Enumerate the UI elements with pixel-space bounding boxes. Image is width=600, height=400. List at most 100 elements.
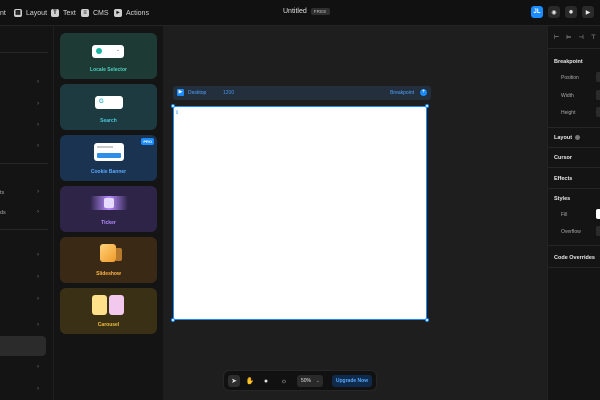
resize-handle-bottom-right[interactable] — [425, 318, 429, 322]
resize-handle-bottom-left[interactable] — [171, 318, 175, 322]
breakpoint-button[interactable]: Breakpoint — [390, 90, 414, 96]
component-card-slideshow[interactable]: Slideshow — [60, 237, 157, 283]
insert-label: nt — [0, 9, 6, 17]
chevron-right-icon[interactable]: › — [37, 209, 39, 215]
project-title[interactable]: Untitled FREE — [283, 8, 330, 15]
position-label: Position — [561, 75, 579, 81]
layout-section-title[interactable]: Layout — [554, 135, 581, 141]
upgrade-button[interactable]: Upgrade Now — [332, 375, 372, 387]
component-card-search[interactable]: G Search — [60, 84, 157, 130]
divider — [548, 267, 600, 268]
card-label: Cookie Banner — [90, 169, 127, 175]
ticker-preview — [90, 196, 128, 210]
chevron-right-icon[interactable]: › — [37, 79, 39, 85]
design-canvas[interactable]: ▶ Desktop 1200 Breakpoint + [] ➤ ✋ ● ☼ 5… — [163, 26, 547, 400]
chevron-right-icon[interactable]: › — [37, 386, 39, 392]
frame-name[interactable]: Desktop — [188, 90, 206, 96]
play-icon[interactable]: ▶ — [582, 6, 594, 18]
frame-header[interactable]: ▶ Desktop 1200 Breakpoint + — [173, 86, 431, 100]
frame-width: 1200 — [223, 90, 235, 96]
chevron-right-icon[interactable]: › — [37, 122, 39, 128]
text-label: Text — [63, 9, 76, 17]
hand-tool-icon[interactable]: ✋ — [244, 375, 256, 387]
effects-section-title[interactable]: Effects — [554, 176, 572, 182]
text-icon: T — [51, 9, 59, 17]
overflow-label: Overflow — [561, 229, 581, 235]
divider — [548, 245, 600, 246]
carousel-slide-1 — [92, 295, 107, 315]
overflow-select[interactable] — [596, 226, 600, 236]
select-tool-icon[interactable]: ➤ — [228, 375, 240, 387]
app-root: nt ▦ Layout T Text ≡ CMS ▸ Actions Untit… — [0, 0, 600, 400]
chevron-down-icon: ⌄ — [315, 378, 320, 384]
card-label: Search — [100, 118, 117, 124]
text-menu[interactable]: T Text — [51, 7, 76, 19]
comment-icon[interactable]: ● — [260, 375, 272, 387]
cms-menu[interactable]: ≡ CMS — [81, 7, 109, 19]
component-card-cookie-banner[interactable]: PRO Cookie Banner — [60, 135, 157, 181]
resize-handle-top-right[interactable] — [425, 104, 429, 108]
chevron-right-icon[interactable]: › — [37, 364, 39, 370]
accept-bar — [97, 153, 121, 158]
chevron-right-icon[interactable]: › — [37, 322, 39, 328]
actions-label: Actions — [126, 9, 149, 17]
sidebar-item-label[interactable]: ts — [0, 190, 4, 196]
chevron-right-icon[interactable]: › — [37, 189, 39, 195]
component-card-locale-selector[interactable]: ⌄ Locale Selector — [60, 33, 157, 79]
globe-icon[interactable]: ◉ — [548, 6, 560, 18]
chevron-right-icon[interactable]: › — [37, 274, 39, 280]
align-toolbar: ⊢ ⊨ ⊣ ⊤ — [554, 34, 596, 41]
cookie-banner-preview — [94, 143, 124, 161]
zoom-value: 50% — [301, 378, 312, 384]
width-field[interactable] — [596, 90, 600, 100]
align-right-icon[interactable]: ⊣ — [578, 34, 583, 41]
divider — [0, 229, 48, 230]
width-label: Width — [561, 93, 574, 99]
height-label: Height — [561, 110, 576, 116]
gear-icon[interactable]: ✹ — [565, 6, 577, 18]
component-card-carousel[interactable]: Carousel — [60, 288, 157, 334]
zoom-select[interactable]: 50% ⌄ — [297, 375, 323, 387]
component-card-ticker[interactable]: Ticker — [60, 186, 157, 232]
divider — [548, 188, 600, 189]
sidebar-item-active[interactable] — [0, 336, 46, 356]
play-icon[interactable]: ▶ — [177, 89, 184, 96]
avatar[interactable]: JL — [531, 6, 543, 18]
slideshow-next — [116, 248, 122, 261]
insert-panel: ⌄ Locale Selector G Search PRO Cookie Ba… — [54, 26, 163, 400]
bottom-toolbar: ➤ ✋ ● ☼ 50% ⌄ Upgrade Now — [223, 370, 377, 391]
layout-title-text: Layout — [554, 135, 573, 141]
chevron-right-icon[interactable]: › — [37, 143, 39, 149]
height-field[interactable] — [596, 107, 600, 117]
breakpoint-section-title: Breakpoint — [554, 59, 583, 65]
sidebar-item-label[interactable]: ds — [0, 210, 6, 216]
align-center-icon[interactable]: ⊨ — [566, 34, 571, 41]
position-field[interactable] — [596, 72, 600, 82]
properties-panel: ⊢ ⊨ ⊣ ⊤ Breakpoint Position Width Height… — [547, 26, 600, 400]
align-left-icon[interactable]: ⊢ — [554, 34, 559, 41]
ticker-tile — [104, 198, 114, 208]
actions-icon: ▸ — [114, 9, 122, 17]
code-overrides-section-title[interactable]: Code Overrides — [554, 255, 595, 261]
chevron-right-icon[interactable]: › — [37, 252, 39, 258]
layout-menu[interactable]: ▦ Layout — [14, 7, 47, 19]
add-breakpoint-icon[interactable]: + — [420, 89, 427, 96]
left-sidebar: › › › › ts › ds › › › › › › › — [0, 26, 54, 400]
cursor-section-title[interactable]: Cursor — [554, 155, 572, 161]
align-top-icon[interactable]: ⊤ — [591, 34, 596, 41]
chevron-right-icon[interactable]: › — [37, 101, 39, 107]
insert-menu[interactable]: nt — [0, 7, 6, 19]
sun-icon[interactable]: ☼ — [278, 375, 290, 387]
card-label: Ticker — [101, 220, 116, 226]
card-label: Slideshow — [96, 271, 121, 277]
fill-swatch[interactable] — [596, 209, 600, 219]
resize-handle-top-left[interactable] — [171, 104, 175, 108]
text-line — [97, 146, 113, 148]
divider — [0, 163, 48, 164]
search-icon: G — [99, 99, 104, 105]
chevron-right-icon[interactable]: › — [37, 296, 39, 302]
actions-menu[interactable]: ▸ Actions — [114, 7, 149, 19]
globe-icon — [96, 48, 102, 54]
card-label: Locale Selector — [90, 67, 127, 73]
desktop-frame[interactable]: [] — [173, 106, 427, 320]
